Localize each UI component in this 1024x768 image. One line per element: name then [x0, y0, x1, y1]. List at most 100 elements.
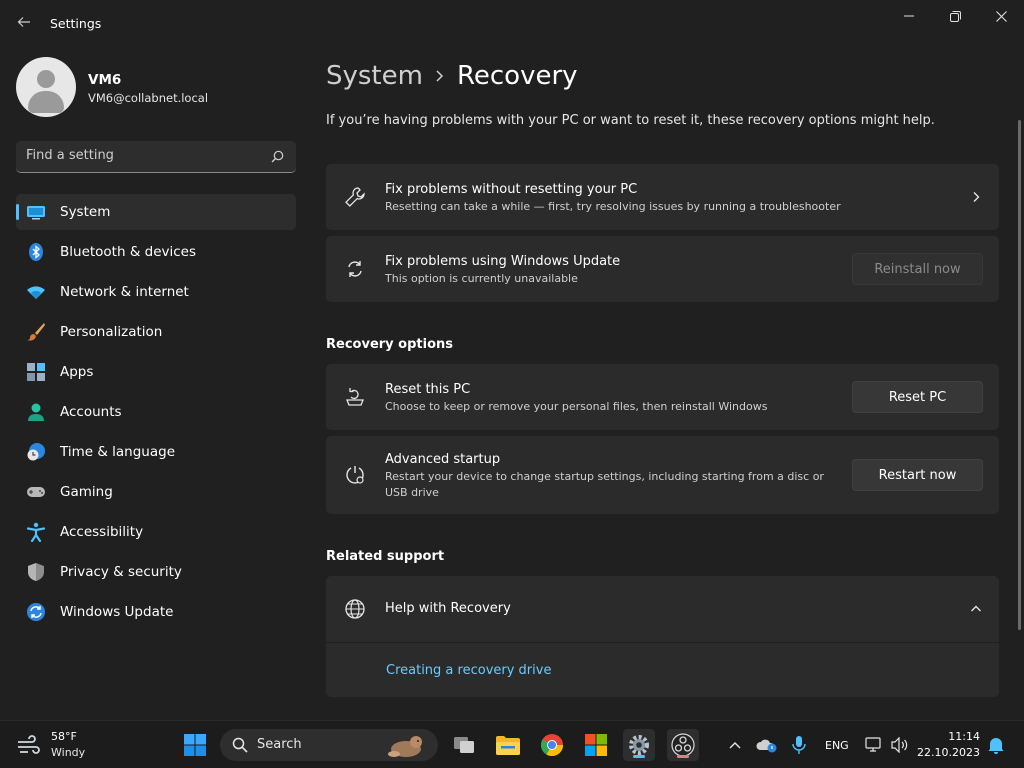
chrome-button[interactable]: [536, 729, 568, 761]
card-description: Resetting can take a while — first, try …: [385, 200, 841, 213]
sidebar-item-label: Apps: [60, 364, 94, 380]
fix-windows-update-card: Fix problems using Windows Update This o…: [326, 236, 999, 302]
minimize-button[interactable]: [886, 0, 932, 32]
onedrive-button[interactable]: [751, 729, 783, 761]
back-button[interactable]: [12, 12, 36, 36]
card-description: Restart your device to change startup se…: [385, 470, 824, 499]
wind-icon: [18, 735, 40, 754]
accounts-icon: [28, 403, 44, 421]
avatar: [16, 57, 76, 117]
card-title: Fix problems using Windows Update: [385, 254, 621, 269]
sidebar-item-label: Accounts: [60, 404, 122, 420]
sidebar-item-label: Gaming: [60, 484, 113, 500]
sync-icon: [348, 261, 362, 277]
search-input[interactable]: [26, 148, 256, 163]
card-title: Fix problems without resetting your PC: [385, 182, 638, 197]
search-icon[interactable]: [271, 150, 284, 163]
user-profile[interactable]: VM6 VM6@collabnet.local: [16, 57, 296, 119]
related-support-heading: Related support: [326, 549, 445, 564]
title-bar: Settings: [0, 0, 1024, 48]
input-language-indicator[interactable]: ENG: [825, 739, 849, 752]
obs-button[interactable]: [667, 729, 699, 761]
file-explorer-button[interactable]: [492, 729, 524, 761]
sidebar-item-personalization[interactable]: Personalization: [16, 314, 296, 350]
brush-icon: [27, 323, 45, 341]
apps-icon: [27, 363, 45, 381]
network-icon: [865, 737, 881, 752]
app-title: Settings: [50, 16, 102, 31]
help-with-recovery-header[interactable]: Help with Recovery: [326, 576, 999, 642]
clock-date: 22.10.2023: [917, 746, 980, 759]
card-title: Reset this PC: [385, 382, 471, 397]
taskbar-search-label: Search: [257, 737, 302, 752]
volume-button[interactable]: [884, 729, 916, 761]
reset-pc-button[interactable]: Reset PC: [852, 381, 983, 413]
sidebar-item-network[interactable]: Network & internet: [16, 274, 296, 310]
advanced-startup-card: Advanced startup Restart your device to …: [326, 436, 999, 514]
card-title: Help with Recovery: [385, 601, 511, 616]
sidebar-item-label: Network & internet: [60, 284, 189, 300]
onedrive-icon: [756, 739, 777, 753]
weather-description: Windy: [51, 746, 86, 759]
sidebar-item-bluetooth[interactable]: Bluetooth & devices: [16, 234, 296, 270]
weather-temperature: 58°F: [51, 730, 77, 743]
page-description: If you’re having problems with your PC o…: [326, 113, 935, 128]
sidebar-item-accessibility[interactable]: Accessibility: [16, 514, 296, 550]
obs-icon: [671, 733, 695, 757]
maximize-button[interactable]: [932, 0, 978, 32]
settings-app-button[interactable]: [623, 729, 655, 761]
fix-without-reset-card[interactable]: Fix problems without resetting your PC R…: [326, 164, 999, 230]
page-title: Recovery: [456, 61, 578, 91]
start-button[interactable]: [179, 729, 211, 761]
sidebar-item-label: Windows Update: [60, 604, 174, 620]
breadcrumb-system[interactable]: System: [326, 61, 423, 91]
microsoft-store-button[interactable]: [580, 729, 612, 761]
wrench-icon: [345, 187, 365, 207]
bell-icon: [988, 738, 1004, 754]
user-name: VM6: [88, 72, 122, 88]
card-description: Choose to keep or remove your personal f…: [385, 400, 768, 413]
microphone-button[interactable]: [783, 729, 815, 761]
chevron-right-icon: [435, 66, 445, 87]
wifi-icon: [27, 286, 45, 299]
reset-pc-card: Reset this PC Choose to keep or remove y…: [326, 364, 999, 430]
restart-now-button[interactable]: Restart now: [852, 459, 983, 491]
sidebar-item-system[interactable]: System: [16, 194, 296, 230]
card-title: Advanced startup: [385, 452, 501, 467]
sidebar-item-label: Accessibility: [60, 524, 144, 540]
reset-pc-icon: [346, 388, 364, 406]
sidebar-item-label: Time & language: [60, 444, 176, 460]
sidebar-item-time-language[interactable]: Time & language: [16, 434, 296, 470]
card-description: This option is currently unavailable: [385, 272, 578, 285]
sidebar-nav: System Bluetooth & devices Network & int…: [16, 194, 296, 634]
close-button[interactable]: [978, 0, 1024, 32]
sidebar-item-gaming[interactable]: Gaming: [16, 474, 296, 510]
shield-icon: [28, 563, 44, 581]
clock[interactable]: 11:14 22.10.2023: [917, 729, 980, 761]
scrollbar[interactable]: [1018, 120, 1021, 630]
notifications-button[interactable]: [980, 729, 1012, 761]
recovery-options-heading: Recovery options: [326, 337, 453, 352]
settings-search: [16, 141, 296, 173]
sidebar-item-privacy-security[interactable]: Privacy & security: [16, 554, 296, 590]
task-view-button[interactable]: [448, 729, 480, 761]
active-app-indicator: [633, 755, 645, 758]
bluetooth-icon: [29, 243, 43, 261]
gear-icon: [629, 735, 649, 755]
clock-globe-icon: [27, 443, 45, 461]
minimize-icon: [904, 15, 914, 17]
taskbar-search[interactable]: Search: [220, 729, 438, 761]
weather-widget[interactable]: 58°F Windy: [16, 730, 126, 760]
sidebar-item-label: Bluetooth & devices: [60, 244, 197, 260]
creating-recovery-drive-link[interactable]: Creating a recovery drive: [386, 663, 551, 678]
sidebar-item-apps[interactable]: Apps: [16, 354, 296, 390]
search-icon: [232, 737, 248, 753]
show-hidden-icons-button[interactable]: [719, 729, 751, 761]
store-icon: [585, 734, 607, 756]
system-icon: [27, 206, 45, 220]
chevron-up-icon[interactable]: [970, 603, 982, 615]
reinstall-now-button[interactable]: Reinstall now: [852, 253, 983, 285]
sidebar-item-windows-update[interactable]: Windows Update: [16, 594, 296, 630]
windows-logo-icon: [184, 734, 206, 756]
sidebar-item-accounts[interactable]: Accounts: [16, 394, 296, 430]
